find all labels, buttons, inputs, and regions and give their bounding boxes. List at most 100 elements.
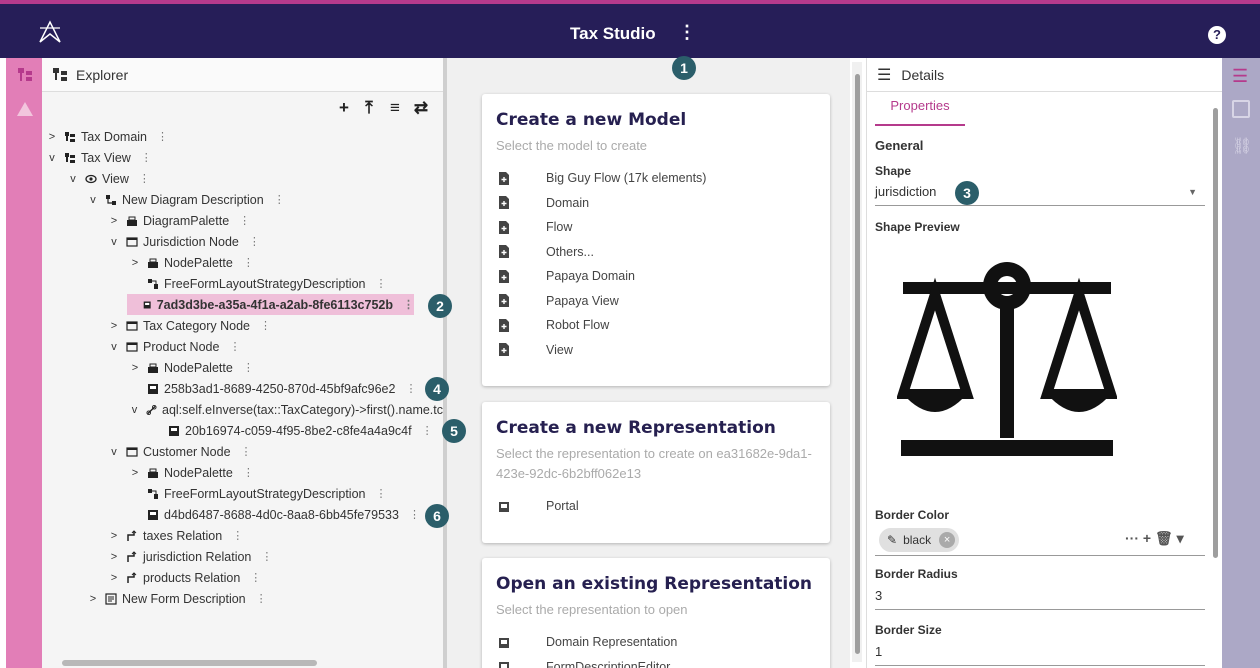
tab-properties[interactable]: Properties [875,98,965,126]
kebab-icon[interactable]: ⋮ [241,445,252,458]
model-item[interactable]: Others... [496,240,816,265]
menu-icon[interactable]: ☰ [877,65,891,85]
tree-item[interactable]: 258b3ad1-8689-4250-870d-45bf9afc96e2 ⋮ [129,378,416,399]
kebab-icon[interactable]: ⋮ [375,277,386,290]
chevron-icon[interactable]: v [108,236,120,248]
help-icon[interactable]: ? [1208,26,1226,44]
model-item[interactable]: Flow [496,215,816,240]
warning-icon[interactable] [16,100,34,118]
tree-item[interactable]: > Tax Category Node ⋮ [108,315,271,336]
representation-item[interactable]: Portal [496,494,816,519]
scrollbar-thumb[interactable] [855,74,860,654]
tree-item[interactable]: > jurisdiction Relation ⋮ [108,546,273,567]
chevron-icon[interactable]: > [108,320,120,332]
tree-item[interactable]: v Tax View ⋮ [46,147,152,168]
kebab-icon[interactable]: ⋮ [157,130,168,143]
representation-item[interactable]: Domain Representation [496,630,816,655]
chevron-icon[interactable]: > [46,131,58,143]
color-chip[interactable]: ✎ black × [879,528,960,552]
model-item[interactable]: Domain [496,191,816,216]
kebab-icon[interactable]: ⋮ [274,193,285,206]
tree-item[interactable]: FreeFormLayoutStrategyDescription ⋮ [129,273,386,294]
kebab-icon[interactable]: ⋮ [678,22,696,43]
scrollbar-thumb[interactable] [1213,108,1218,558]
horizontal-scrollbar[interactable] [62,660,317,666]
kebab-icon[interactable]: ⋮ [229,340,240,353]
center-scrollbar[interactable] [852,62,862,662]
close-icon[interactable]: × [939,532,956,548]
chevron-icon[interactable]: > [108,215,120,227]
chevron-icon[interactable]: > [129,467,141,479]
chevron-icon[interactable]: v [67,173,79,185]
kebab-icon[interactable]: ⋮ [249,235,260,248]
link-icon[interactable]: ⛓ [1232,136,1252,156]
kebab-icon[interactable]: ⋮ [243,466,254,479]
kebab-icon[interactable]: ⋮ [422,424,433,437]
chevron-icon[interactable]: > [108,572,120,584]
tree-item[interactable]: > taxes Relation ⋮ [108,525,243,546]
border-size-field[interactable]: 1 [875,644,1205,666]
kebab-icon[interactable]: ⋮ [243,361,254,374]
chevron-down-icon[interactable]: ▼ [1188,187,1197,197]
sync-icon[interactable]: ⇄ [412,98,430,118]
tree-item[interactable]: 20b16974-c059-4f95-8be2-c8fe4a4a9c4f ⋮ [150,420,433,441]
chip-actions[interactable]: ··· + 🗑 ▾ [1125,530,1184,547]
chevron-icon[interactable]: v [108,341,120,353]
chevron-icon[interactable]: > [87,593,99,605]
tree-item[interactable]: > NodePalette ⋮ [129,357,254,378]
tree-item[interactable]: v Product Node ⋮ [108,336,240,357]
app-logo-icon[interactable] [36,18,64,46]
kebab-icon[interactable]: ⋮ [239,214,250,227]
kebab-icon[interactable]: ⋮ [405,382,416,395]
tree-item[interactable]: v View ⋮ [67,168,150,189]
model-item[interactable]: Papaya Domain [496,264,816,289]
tree-item[interactable]: > DiagramPalette ⋮ [108,210,250,231]
border-radius-field[interactable]: 3 [875,588,1205,610]
chevron-icon[interactable]: v [108,446,120,458]
chevron-icon[interactable]: > [129,362,141,374]
tree-item-selected[interactable]: 7ad3d3be-a35a-4f1a-a2ab-8fe6113c752b ⋮ [127,294,414,315]
kebab-icon[interactable]: ⋮ [403,298,414,311]
model-item[interactable]: View [496,338,816,363]
kebab-icon[interactable]: ⋮ [256,592,267,605]
tree-item[interactable]: > NodePalette ⋮ [129,252,254,273]
chevron-icon[interactable]: v [87,194,99,206]
tree-item[interactable]: v Jurisdiction Node ⋮ [108,231,260,252]
model-item[interactable]: Big Guy Flow (17k elements) [496,166,816,191]
details-panel: ☰ Details Properties General Shape juris… [866,58,1222,668]
tree-item[interactable]: v New Diagram Description ⋮ [87,189,285,210]
kebab-icon[interactable]: ⋮ [250,571,261,584]
kebab-icon[interactable]: ⋮ [243,256,254,269]
representation-item[interactable]: FormDescriptionEditor [496,655,816,668]
filter-icon[interactable]: ≡ [386,98,404,118]
kebab-icon[interactable]: ⋮ [261,550,272,563]
shape-select[interactable]: jurisdiction ▼ [875,184,1205,206]
tree-item[interactable]: v aql:self.eInverse(tax::TaxCategory)->fi… [129,399,443,420]
kebab-icon[interactable]: ⋮ [141,151,152,164]
upload-icon[interactable]: ⤒ [360,98,378,118]
details-scrollbar[interactable] [1211,96,1219,662]
tree-item[interactable]: > NodePalette ⋮ [129,462,254,483]
tree-item[interactable]: d4bd6487-8688-4d0c-8aa8-6bb45fe79533 ⋮ [129,504,420,525]
chevron-icon[interactable]: v [129,404,140,416]
tree-item[interactable]: v Customer Node ⋮ [108,441,252,462]
image-icon[interactable] [1232,100,1250,118]
kebab-icon[interactable]: ⋮ [232,529,243,542]
chevron-icon[interactable]: > [129,257,141,269]
kebab-icon[interactable]: ⋮ [375,487,386,500]
chevron-icon[interactable]: > [108,551,120,563]
explorer-tree-icon[interactable] [16,66,34,84]
model-item[interactable]: Papaya View [496,289,816,314]
chevron-icon[interactable]: > [108,530,120,542]
model-item[interactable]: Robot Flow [496,313,816,338]
tree-item[interactable]: > Tax Domain ⋮ [46,126,168,147]
tree-item[interactable]: > products Relation ⋮ [108,567,262,588]
details-rail-icon[interactable]: ☰ [1232,66,1248,87]
kebab-icon[interactable]: ⋮ [260,319,271,332]
kebab-icon[interactable]: ⋮ [409,508,420,521]
tree-item[interactable]: FreeFormLayoutStrategyDescription ⋮ [129,483,386,504]
tree-item[interactable]: > New Form Description ⋮ [87,588,267,609]
chevron-icon[interactable]: v [46,152,58,164]
add-icon[interactable]: + [335,98,353,118]
kebab-icon[interactable]: ⋮ [139,172,150,185]
